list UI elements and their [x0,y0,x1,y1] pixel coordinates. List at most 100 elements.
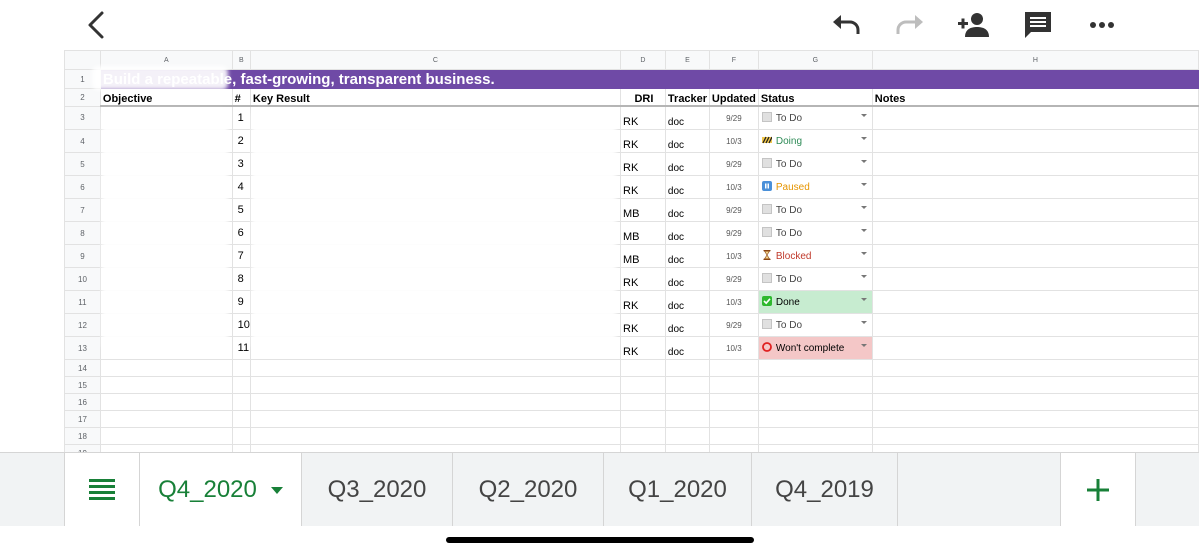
number-cell[interactable]: 1 [231,105,251,130]
header-updated[interactable]: Updated [708,88,759,107]
empty-cell[interactable] [231,376,251,394]
empty-cell[interactable] [249,393,622,411]
empty-cell[interactable] [664,359,710,377]
empty-cell[interactable] [871,427,1199,445]
updated-cell[interactable]: 9/29 [708,267,759,291]
header-key-result[interactable]: Key Result [249,88,622,107]
tracker-cell[interactable]: doc [664,290,710,314]
dropdown-arrow-icon[interactable] [860,137,867,140]
updated-cell[interactable]: 10/3 [708,175,759,199]
dropdown-arrow-icon[interactable] [860,275,867,278]
empty-cell[interactable] [249,427,622,445]
updated-cell[interactable]: 9/29 [708,221,759,245]
row-header[interactable]: 3 [64,105,101,130]
column-header-b[interactable]: B [231,50,251,70]
row-header[interactable]: 12 [64,313,101,337]
dropdown-arrow-icon[interactable] [860,321,867,324]
empty-cell[interactable] [708,359,759,377]
dri-cell[interactable]: MB [620,198,666,222]
empty-cell[interactable] [231,410,251,428]
column-header-c[interactable]: C [249,50,622,70]
empty-cell[interactable] [708,444,759,452]
empty-cell[interactable] [871,359,1199,377]
dropdown-arrow-icon[interactable] [860,252,867,255]
status-dropdown[interactable]: Done [757,290,873,314]
dropdown-arrow-icon[interactable] [860,114,867,117]
tracker-cell[interactable]: doc [664,198,710,222]
dri-cell[interactable]: RK [620,313,666,337]
notes-cell[interactable] [871,152,1199,176]
status-dropdown[interactable]: To Do [757,152,873,176]
row-header[interactable]: 9 [64,244,101,268]
empty-cell[interactable] [249,376,622,394]
row-header[interactable]: 13 [64,336,101,360]
number-cell[interactable]: 11 [231,336,251,360]
number-cell[interactable]: 9 [231,290,251,314]
sheet-tab-q4-2020[interactable]: Q4_2020 [140,453,302,527]
dropdown-arrow-icon[interactable] [860,160,867,163]
updated-cell[interactable]: 10/3 [708,244,759,268]
column-header-f[interactable]: F [708,50,759,70]
empty-cell[interactable] [99,410,233,428]
empty-cell[interactable] [757,444,873,452]
empty-cell[interactable] [871,444,1199,452]
status-dropdown[interactable]: Blocked [757,244,873,268]
status-dropdown[interactable]: Won't complete [757,336,873,360]
updated-cell[interactable]: 10/3 [708,129,759,153]
empty-cell[interactable] [249,410,622,428]
tracker-cell[interactable]: doc [664,313,710,337]
number-cell[interactable]: 8 [231,267,251,291]
empty-cell[interactable] [231,393,251,411]
row-header[interactable]: 5 [64,152,101,176]
notes-cell[interactable] [871,336,1199,360]
empty-cell[interactable] [99,376,233,394]
status-dropdown[interactable]: Doing [757,129,873,153]
tracker-cell[interactable]: doc [664,175,710,199]
empty-cell[interactable] [99,359,233,377]
empty-cell[interactable] [664,427,710,445]
empty-cell[interactable] [708,410,759,428]
empty-cell[interactable] [664,376,710,394]
empty-cell[interactable] [708,376,759,394]
empty-cell[interactable] [231,427,251,445]
dri-cell[interactable]: RK [620,105,666,130]
empty-cell[interactable] [757,393,873,411]
column-header-g[interactable]: G [757,50,873,70]
empty-cell[interactable] [708,427,759,445]
row-header[interactable]: 7 [64,198,101,222]
notes-cell[interactable] [871,129,1199,153]
sheet-menu-button[interactable] [64,453,140,527]
sheet-tab-q2-2020[interactable]: Q2_2020 [453,453,604,527]
status-dropdown[interactable]: To Do [757,105,873,130]
tab-dropdown-icon[interactable] [270,486,283,494]
number-cell[interactable]: 10 [231,313,251,337]
header-notes[interactable]: Notes [871,88,1199,107]
number-cell[interactable]: 5 [231,198,251,222]
row-header[interactable]: 16 [64,393,101,411]
row-header[interactable]: 8 [64,221,101,245]
number-cell[interactable]: 6 [231,221,251,245]
dropdown-arrow-icon[interactable] [860,298,867,301]
empty-cell[interactable] [620,393,666,411]
add-sheet-button[interactable] [1060,453,1136,527]
number-cell[interactable]: 7 [231,244,251,268]
more-options-button[interactable] [1080,5,1124,45]
notes-cell[interactable] [871,313,1199,337]
dri-cell[interactable]: RK [620,175,666,199]
empty-cell[interactable] [99,427,233,445]
empty-cell[interactable] [249,359,622,377]
header-dri[interactable]: DRI [620,88,666,107]
empty-cell[interactable] [620,359,666,377]
sheet-tab-q1-2020[interactable]: Q1_2020 [604,453,752,527]
dri-cell[interactable]: RK [620,290,666,314]
notes-cell[interactable] [871,290,1199,314]
empty-cell[interactable] [757,410,873,428]
row-header[interactable]: 2 [64,88,101,107]
column-header-d[interactable]: D [620,50,666,70]
empty-cell[interactable] [664,444,710,452]
notes-cell[interactable] [871,244,1199,268]
number-cell[interactable]: 2 [231,129,251,153]
empty-cell[interactable] [620,427,666,445]
empty-cell[interactable] [231,359,251,377]
empty-cell[interactable] [620,444,666,452]
